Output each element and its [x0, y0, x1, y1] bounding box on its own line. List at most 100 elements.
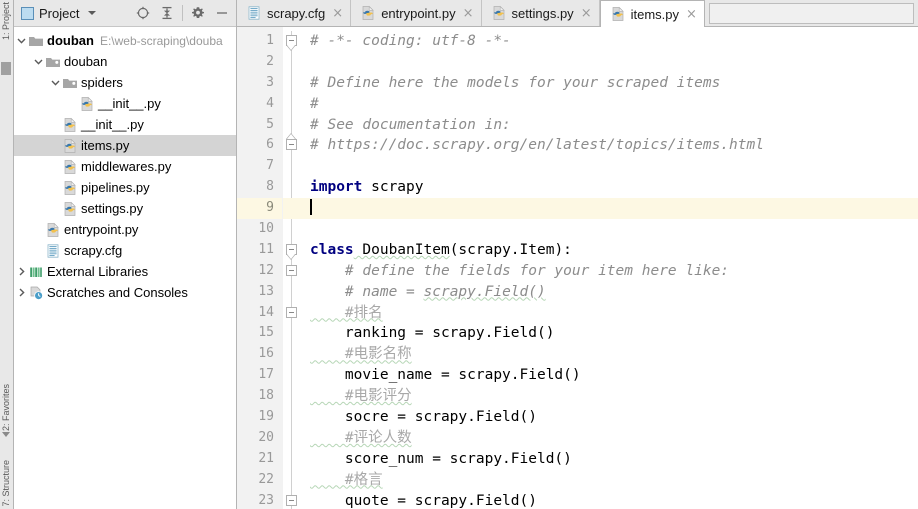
fold-collapse-icon[interactable] [286, 494, 297, 506]
editor-tab-items-py[interactable]: items.py × [599, 0, 705, 27]
project-panel-scrollbar[interactable] [232, 27, 236, 509]
tree-item-douban[interactable]: douban [14, 51, 236, 72]
fold-slot[interactable] [283, 303, 301, 324]
line-number[interactable]: 11 [237, 240, 282, 261]
code-content[interactable]: # -*- coding: utf-8 -*- # Define here the… [301, 27, 918, 509]
fold-collapse-icon[interactable] [286, 306, 297, 318]
editor-tab-scrapy-cfg[interactable]: scrapy.cfg × [237, 0, 352, 26]
line-number[interactable]: 5 [237, 115, 282, 136]
line-number[interactable]: 13 [237, 282, 282, 303]
line-number[interactable]: 23 [237, 491, 282, 509]
settings-button[interactable] [186, 2, 210, 24]
chevron-down-icon[interactable] [14, 30, 28, 51]
tree-item-scrapy-cfg[interactable]: scrapy.cfg [14, 240, 236, 261]
tree-item-label: __init__.py [81, 117, 144, 132]
tree-item--init-py[interactable]: __init__.py [14, 114, 236, 135]
chevron-down-icon[interactable] [48, 72, 62, 93]
line-number[interactable]: 10 [237, 219, 282, 240]
line-number[interactable]: 17 [237, 365, 282, 386]
line-number[interactable]: 18 [237, 386, 282, 407]
line-number[interactable]: 9 [237, 198, 282, 220]
fold-slot[interactable] [283, 261, 301, 282]
collapse-all-button[interactable] [155, 2, 179, 24]
project-tree[interactable]: douban E:\web-scraping\douba douban spiders… [14, 27, 236, 509]
tree-item-douban[interactable]: douban E:\web-scraping\douba [14, 30, 236, 51]
line-number[interactable]: 1 [237, 31, 282, 52]
code-line[interactable]: # Define here the models for your scrape… [301, 73, 918, 94]
project-tool-label[interactable]: 1: Project [0, 2, 13, 40]
code-line[interactable] [301, 52, 918, 73]
line-number[interactable]: 8 [237, 177, 282, 198]
close-icon[interactable]: × [463, 7, 474, 20]
code-line[interactable] [301, 198, 918, 220]
tree-item-items-py[interactable]: items.py [14, 135, 236, 156]
tree-item-entrypoint-py[interactable]: entrypoint.py [14, 219, 236, 240]
close-icon[interactable]: × [332, 7, 343, 20]
fold-slot [283, 198, 301, 220]
code-editor[interactable]: 1 2 3 4 5 6 7 8 9 10 11 12 13 14 15 16 17 18 19 20 21 22 23 # … [237, 27, 918, 509]
line-number[interactable]: 4 [237, 94, 282, 115]
code-line[interactable]: #电影评分 [301, 386, 918, 407]
chevron-right-icon[interactable] [14, 261, 28, 282]
locate-button[interactable] [131, 2, 155, 24]
code-line[interactable]: # -*- coding: utf-8 -*- [301, 31, 918, 52]
line-number[interactable]: 16 [237, 344, 282, 365]
project-panel-title-button[interactable]: Project [18, 5, 99, 22]
fold-collapse-icon[interactable] [286, 139, 297, 151]
chevron-down-icon[interactable] [31, 51, 45, 72]
structure-tool-label[interactable]: 7: Structure [0, 460, 13, 507]
line-number[interactable]: 22 [237, 470, 282, 491]
code-line[interactable] [301, 156, 918, 177]
line-number[interactable]: 2 [237, 52, 282, 73]
tree-item-scratches-and-consoles[interactable]: Scratches and Consoles [14, 282, 236, 303]
code-line[interactable]: # https://doc.scrapy.org/en/latest/topic… [301, 135, 918, 156]
fold-collapse-icon[interactable] [286, 264, 297, 276]
code-line[interactable]: class DoubanItem(scrapy.Item): [301, 240, 918, 261]
close-icon[interactable]: × [686, 8, 697, 21]
code-line[interactable]: movie_name = scrapy.Field() [301, 365, 918, 386]
editor-tab-entrypoint-py[interactable]: entrypoint.py × [351, 0, 482, 26]
code-line[interactable]: #排名 [301, 303, 918, 324]
chevron-right-icon[interactable] [14, 282, 28, 303]
tree-item-external-libraries[interactable]: External Libraries [14, 261, 236, 282]
hide-button[interactable] [210, 2, 234, 24]
code-line[interactable]: socre = scrapy.Field() [301, 407, 918, 428]
code-line[interactable]: #评论人数 [301, 428, 918, 449]
fold-gutter[interactable] [283, 27, 301, 509]
line-number[interactable]: 19 [237, 407, 282, 428]
line-number[interactable]: 12 [237, 261, 282, 282]
line-number[interactable]: 14 [237, 303, 282, 324]
line-number[interactable]: 3 [237, 73, 282, 94]
editor-tab-settings-py[interactable]: settings.py × [481, 0, 600, 26]
code-line[interactable]: ranking = scrapy.Field() [301, 323, 918, 344]
tree-item--init-py[interactable]: __init__.py [14, 93, 236, 114]
code-line[interactable]: score_num = scrapy.Field() [301, 449, 918, 470]
code-line[interactable]: # [301, 94, 918, 115]
chevron-down-icon[interactable] [88, 11, 97, 15]
favorites-tool-label[interactable]: 2: Favorites [0, 384, 13, 431]
fold-slot[interactable] [283, 491, 301, 509]
code-line[interactable]: #电影名称 [301, 344, 918, 365]
line-number-gutter[interactable]: 1 2 3 4 5 6 7 8 9 10 11 12 13 14 15 16 17 18 19 20 21 22 23 [237, 27, 283, 509]
line-number[interactable]: 21 [237, 449, 282, 470]
tree-item-spiders[interactable]: spiders [14, 72, 236, 93]
fold-slot[interactable] [283, 133, 301, 156]
line-number[interactable]: 7 [237, 156, 282, 177]
code-line[interactable]: # See documentation in: [301, 115, 918, 136]
code-line[interactable] [301, 219, 918, 240]
fold-slot[interactable] [283, 240, 301, 261]
tree-item-pipelines-py[interactable]: pipelines.py [14, 177, 236, 198]
fold-slot[interactable] [283, 31, 301, 52]
code-line[interactable]: # define the fields for your item here l… [301, 261, 918, 282]
line-number[interactable]: 20 [237, 428, 282, 449]
code-line[interactable]: quote = scrapy.Field() [301, 491, 918, 509]
python-file-icon [64, 117, 76, 132]
close-icon[interactable]: × [581, 7, 592, 20]
code-line[interactable]: # name = scrapy.Field() [301, 282, 918, 303]
tree-item-settings-py[interactable]: settings.py [14, 198, 236, 219]
code-line[interactable]: import scrapy [301, 177, 918, 198]
line-number[interactable]: 6 [237, 135, 282, 156]
line-number[interactable]: 15 [237, 323, 282, 344]
code-line[interactable]: #格言 [301, 470, 918, 491]
tree-item-middlewares-py[interactable]: middlewares.py [14, 156, 236, 177]
